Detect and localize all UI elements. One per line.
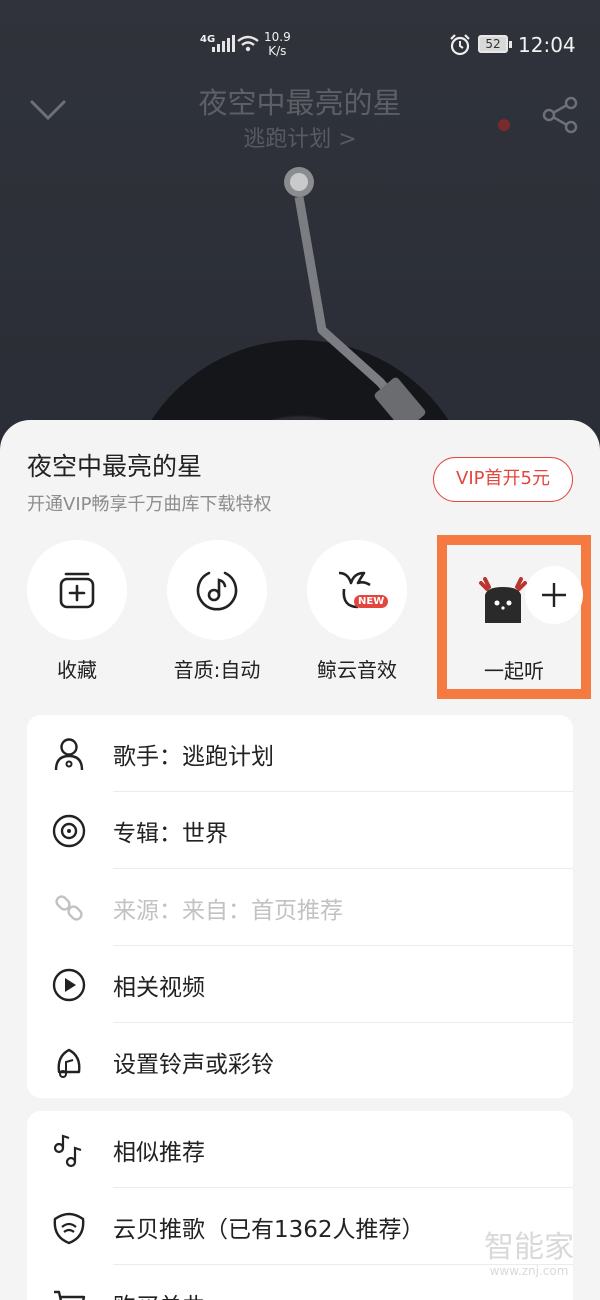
sheet-subtitle: 开通VIP畅享千万曲库下载特权: [27, 494, 272, 515]
cloud-coin-icon: [53, 1212, 85, 1245]
whale-sound-action[interactable]: NEW 鲸云音效: [307, 540, 407, 683]
menu-item-ringtone[interactable]: 设置铃声或彩铃: [27, 1023, 573, 1100]
listen-together-label: 一起听: [484, 659, 544, 683]
menu-item-album[interactable]: 专辑：世界: [27, 792, 573, 869]
menu-item-label: 设置铃声或彩铃: [113, 1051, 274, 1078]
player-background: 4G 10.9 K/s 52 12:04 夜空中最亮的星 逃跑计划 >: [0, 0, 600, 460]
moose-avatar-icon: [479, 577, 527, 623]
wifi-icon: [237, 35, 259, 52]
network-speed: 10.9 K/s: [264, 30, 291, 58]
singer-icon: [54, 738, 84, 771]
new-badge: NEW: [354, 595, 389, 608]
battery-icon: 52: [478, 35, 512, 53]
menu-item-singer[interactable]: 歌手：逃跑计划: [27, 715, 573, 792]
more-options-sheet: 夜空中最亮的星 开通VIP畅享千万曲库下载特权 VIP首开5元 收藏 音质:自动: [0, 420, 600, 1300]
whale-sound-label: 鲸云音效: [317, 658, 397, 682]
share-icon[interactable]: [540, 95, 580, 135]
signal-icon: [212, 34, 235, 52]
vip-button[interactable]: VIP首开5元: [433, 457, 573, 502]
menu-item-label: 专辑：世界: [113, 820, 228, 847]
collect-label: 收藏: [57, 658, 97, 682]
music-quality-icon: [196, 571, 238, 611]
menu-item-label: 歌手：逃跑计划: [113, 743, 274, 770]
listen-plus-button[interactable]: [525, 566, 583, 624]
album-icon: [52, 814, 86, 848]
tonearm-icon: [284, 167, 426, 431]
collect-action[interactable]: 收藏: [27, 540, 127, 683]
cart-icon: [54, 1290, 86, 1300]
clock: 12:04: [518, 33, 576, 57]
watermark: 智能家 www.znj.com: [484, 1230, 574, 1279]
menu-item-label: 购买单曲: [113, 1287, 205, 1300]
menu-item-source: 来源：来自：首页推荐: [27, 869, 573, 946]
menu-item-label: 云贝推歌（已有1362人推荐）: [113, 1216, 425, 1243]
now-playing-title: 夜空中最亮的星: [198, 86, 402, 120]
menu-item-label: 相关视频: [113, 974, 205, 1001]
menu-item-label: 来源：来自：首页推荐: [113, 897, 343, 924]
menu-item-label: 相似推荐: [113, 1139, 205, 1166]
now-playing-artist-link[interactable]: 逃跑计划 >: [0, 121, 600, 153]
sound-quality-label: 音质:自动: [173, 658, 261, 682]
ringtone-icon: [57, 1048, 81, 1078]
status-bar: 4G 10.9 K/s 52 12:04: [0, 0, 600, 88]
menu-item-related-video[interactable]: 相关视频: [27, 946, 573, 1023]
plus-icon: [542, 583, 566, 607]
menu-item-similar[interactable]: 相似推荐: [27, 1111, 573, 1188]
sheet-song-title: 夜空中最亮的星: [27, 452, 203, 481]
song-info-menu: 歌手：逃跑计划 专辑：世界 来源：来自：首页推荐 相关视频 设置铃声或彩铃: [27, 715, 573, 1098]
video-icon: [52, 968, 86, 1002]
similar-music-icon: [53, 1134, 82, 1168]
listen-together-action[interactable]: 一起听: [437, 535, 591, 699]
alarm-icon: [450, 34, 470, 56]
link-icon: [55, 895, 83, 921]
notification-dot: [498, 119, 510, 131]
sound-quality-action[interactable]: 音质:自动: [167, 540, 267, 683]
add-to-playlist-icon: [59, 572, 95, 609]
